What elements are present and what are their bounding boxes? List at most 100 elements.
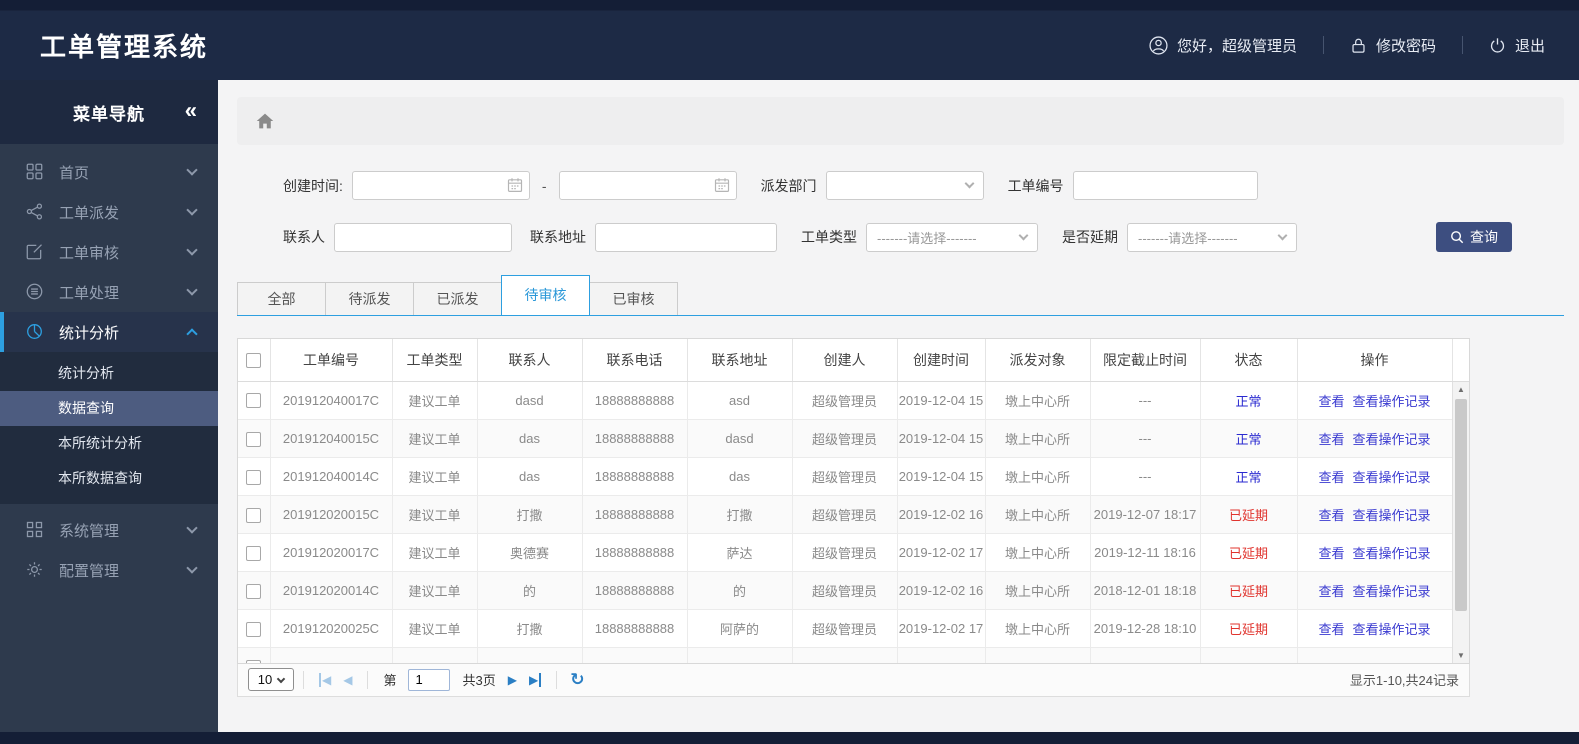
cell xyxy=(270,647,393,663)
tab-pending-review[interactable]: 待审核 xyxy=(501,275,590,316)
sidebar-item-system[interactable]: 系统管理 xyxy=(0,510,218,550)
header-cell: 状态 xyxy=(1200,339,1298,382)
row-checkbox[interactable] xyxy=(246,621,262,637)
cell-creator: 超级管理员 xyxy=(792,381,898,420)
cell-checkbox xyxy=(238,533,271,572)
sidebar-item-process[interactable]: 工单处理 xyxy=(0,272,218,312)
view-link[interactable]: 查看 xyxy=(1318,470,1344,485)
cell-deadline: 2019-12-28 18:10 xyxy=(1090,609,1201,648)
cell-created: 2019-12-04 15 xyxy=(897,381,986,420)
sidebar-item-statistics[interactable]: 统计分析 xyxy=(0,312,218,352)
sidebar-item-label: 首页 xyxy=(59,164,90,182)
cell-deadline: 2018-12-01 18:18 xyxy=(1090,571,1201,610)
view-log-link[interactable]: 查看操作记录 xyxy=(1353,584,1431,599)
header-cell-scroll-spacer xyxy=(1452,339,1469,382)
sidebar-item-dispatch[interactable]: 工单派发 xyxy=(0,192,218,232)
next-page-button[interactable]: ▶ xyxy=(508,673,517,687)
order-type-select[interactable]: -------请选择------- xyxy=(866,222,1038,252)
row-checkbox[interactable] xyxy=(246,469,262,485)
sidebar-header: 菜单导航 « xyxy=(0,80,218,144)
view-link[interactable]: 查看 xyxy=(1318,394,1344,409)
sidebar-subitem-statistics[interactable]: 统计分析 xyxy=(0,356,218,391)
sidebar-item-home[interactable]: 首页 xyxy=(0,152,218,192)
order-type-label: 工单类型 xyxy=(801,229,857,245)
row-checkbox[interactable] xyxy=(246,507,262,523)
sidebar-item-review[interactable]: 工单审核 xyxy=(0,232,218,272)
create-time-label: 创建时间: xyxy=(283,177,343,194)
sidebar-subitem-data-query[interactable]: 数据查询 xyxy=(0,391,218,426)
address-input[interactable] xyxy=(595,222,777,252)
cell-actions: 查看 查看操作记录 xyxy=(1297,571,1452,610)
pagination-bar: 10 ◀ ◀ 第 共3页 ▶ ▶ ↻ 显示1-10,共24记录 xyxy=(237,663,1470,697)
select-all-checkbox[interactable] xyxy=(246,353,262,369)
tab-all[interactable]: 全部 xyxy=(237,282,326,315)
status-badge: 已延期 xyxy=(1200,495,1298,534)
order-no-input[interactable] xyxy=(1072,171,1258,200)
cell-address: dasd xyxy=(687,419,793,458)
page-number-input[interactable] xyxy=(408,668,451,691)
contact-input[interactable] xyxy=(334,222,512,252)
scroll-down-icon[interactable]: ▼ xyxy=(1453,648,1469,663)
prev-page-button[interactable]: ◀ xyxy=(343,673,352,687)
row-checkbox[interactable] xyxy=(246,431,262,447)
header-user-area: 您好，超级管理员 修改密码 退出 xyxy=(1149,35,1545,56)
cell-order-no: 201912020015C xyxy=(270,495,393,534)
tab-dispatched[interactable]: 已派发 xyxy=(413,282,502,315)
calendar-icon[interactable] xyxy=(714,177,730,193)
view-link[interactable]: 查看 xyxy=(1318,584,1344,599)
view-log-link[interactable]: 查看操作记录 xyxy=(1353,622,1431,637)
row-checkbox[interactable] xyxy=(246,583,262,599)
cell-address: asd xyxy=(687,381,793,420)
header-cell: 工单编号 xyxy=(270,339,393,382)
status-badge: 已延期 xyxy=(1200,571,1298,610)
create-time-start-input[interactable] xyxy=(351,171,530,200)
select-value: -------请选择------- xyxy=(1138,230,1238,246)
row-checkbox[interactable] xyxy=(246,393,262,409)
dispatch-dept-select[interactable] xyxy=(825,171,984,200)
status-badge: 正常 xyxy=(1200,381,1298,420)
tab-reviewed[interactable]: 已审核 xyxy=(589,282,678,315)
row-checkbox[interactable] xyxy=(246,545,262,561)
cell-target: 墩上中心所 xyxy=(985,571,1091,610)
view-log-link[interactable]: 查看操作记录 xyxy=(1353,470,1431,485)
filter-row-2: 联系人 联系地址 工单类型 -------请选择------- 是否延期 ---… xyxy=(283,222,1564,252)
cell-contact: dasd xyxy=(477,381,583,420)
calendar-icon[interactable] xyxy=(507,177,523,193)
delay-select[interactable]: -------请选择------- xyxy=(1127,222,1297,252)
table-scrollbar[interactable]: ▲ ▼ xyxy=(1452,382,1469,663)
view-log-link[interactable]: 查看操作记录 xyxy=(1353,394,1431,409)
last-page-button[interactable]: ▶ xyxy=(529,672,542,687)
row-checkbox[interactable] xyxy=(246,659,262,663)
collapse-sidebar-icon[interactable]: « xyxy=(185,97,198,123)
scroll-up-icon[interactable]: ▲ xyxy=(1453,382,1469,397)
view-link[interactable]: 查看 xyxy=(1318,622,1344,637)
view-link[interactable]: 查看 xyxy=(1318,432,1344,447)
view-link[interactable]: 查看 xyxy=(1318,508,1344,523)
create-time-end-input[interactable] xyxy=(558,171,737,200)
header-cell: 创建人 xyxy=(792,339,898,382)
sidebar-subitem-branch-statistics[interactable]: 本所统计分析 xyxy=(0,426,218,461)
view-log-link[interactable]: 查看操作记录 xyxy=(1353,508,1431,523)
cell xyxy=(477,647,583,663)
sidebar-item-label: 工单审核 xyxy=(59,244,120,262)
view-log-link[interactable]: 查看操作记录 xyxy=(1353,546,1431,561)
home-icon[interactable] xyxy=(255,111,275,131)
page-size-select[interactable]: 10 xyxy=(248,668,294,691)
cell-phone: 18888888888 xyxy=(582,381,688,420)
view-link[interactable]: 查看 xyxy=(1318,546,1344,561)
cell-target: 墩上中心所 xyxy=(985,609,1091,648)
refresh-button[interactable]: ↻ xyxy=(570,670,584,690)
sidebar-item-config[interactable]: 配置管理 xyxy=(0,550,218,590)
search-button[interactable]: 查询 xyxy=(1436,222,1512,252)
total-pages-label: 共3页 xyxy=(462,673,496,688)
tab-pending-dispatch[interactable]: 待派发 xyxy=(325,282,414,315)
change-password-link[interactable]: 修改密码 xyxy=(1376,35,1436,56)
scrollbar-thumb[interactable] xyxy=(1455,399,1467,611)
view-log-link[interactable]: 查看操作记录 xyxy=(1353,432,1431,447)
cell-creator: 超级管理员 xyxy=(792,571,898,610)
create-time-end-field xyxy=(558,171,737,200)
logout-link[interactable]: 退出 xyxy=(1515,35,1545,56)
sidebar-subitem-branch-data-query[interactable]: 本所数据查询 xyxy=(0,461,218,496)
first-page-button[interactable]: ◀ xyxy=(319,672,331,687)
filter-panel: 创建时间: - 派发部门 工单编号 联系人 联系地址 工单类型 -------请… xyxy=(237,171,1564,252)
